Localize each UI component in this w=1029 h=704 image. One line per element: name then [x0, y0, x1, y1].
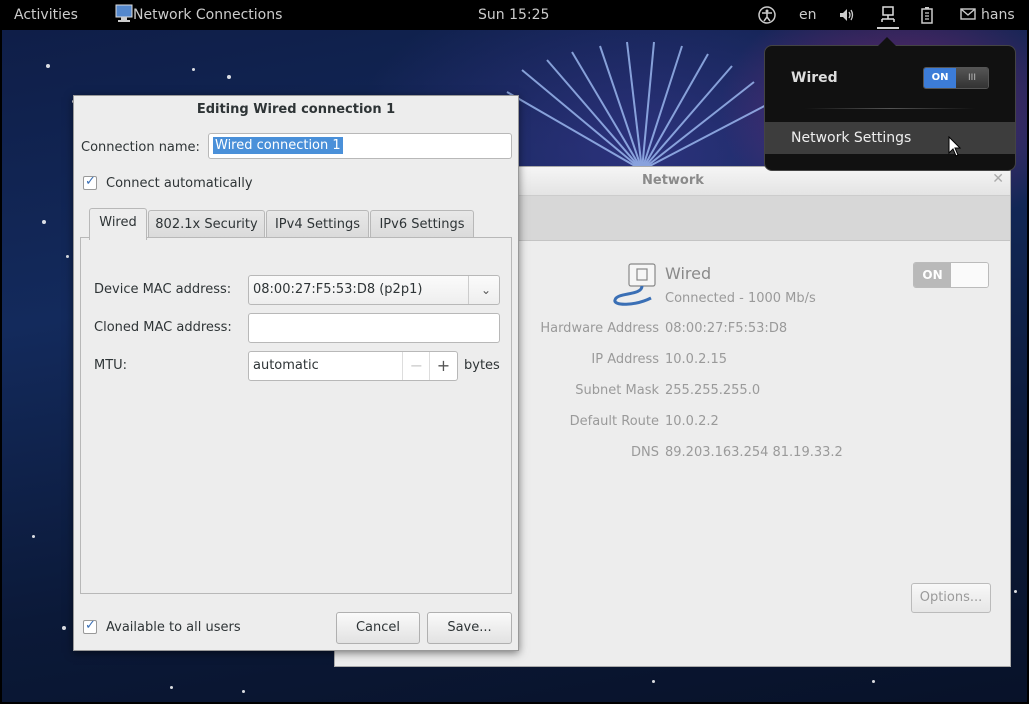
default-route-value: 10.0.2.2 — [665, 414, 719, 429]
device-mac-combobox[interactable]: 08:00:27:F5:53:D8 (p2p1) ⌄ — [248, 275, 500, 305]
subnet-mask-value: 255.255.255.0 — [665, 383, 761, 398]
tab-wired[interactable]: Wired — [89, 208, 147, 240]
active-indicator — [877, 27, 899, 29]
wired-connection-status: Connected - 1000 Mb/s — [665, 291, 816, 306]
user-menu[interactable]: hans — [981, 7, 1015, 23]
accessibility-icon[interactable] — [758, 6, 776, 24]
hardware-address-value: 08:00:27:F5:53:D8 — [665, 321, 788, 336]
ip-address-value: 10.0.2.15 — [665, 352, 728, 367]
clock[interactable]: Sun 15:25 — [478, 7, 549, 23]
connection-name-label: Connection name: — [81, 140, 200, 155]
battery-icon[interactable] — [919, 6, 935, 24]
wired-device-title: Wired — [665, 264, 712, 283]
network-settings-menu-item[interactable]: Network Settings — [765, 122, 1015, 154]
cloned-mac-input[interactable] — [248, 313, 500, 343]
device-mac-label: Device MAC address: — [94, 282, 232, 297]
device-mac-value: 08:00:27:F5:53:D8 (p2p1) — [253, 282, 423, 297]
wired-menu-label: Wired — [791, 70, 838, 86]
available-all-users-checkbox[interactable] — [83, 618, 97, 634]
tab-ipv6-settings[interactable]: IPv6 Settings — [370, 210, 474, 238]
connect-automatically-checkbox[interactable] — [83, 174, 97, 190]
wired-connection-icon — [613, 263, 656, 306]
connect-automatically-label: Connect automatically — [106, 176, 253, 191]
mtu-label: MTU: — [94, 358, 128, 373]
mtu-unit-label: bytes — [464, 358, 500, 373]
volume-icon[interactable] — [838, 6, 856, 24]
close-icon[interactable]: ✕ — [992, 171, 1004, 187]
mouse-cursor-icon — [948, 136, 962, 157]
wired-tab-panel: Device MAC address: 08:00:27:F5:53:D8 (p… — [80, 237, 512, 594]
menu-separator — [805, 108, 975, 109]
switch-knob — [951, 263, 988, 287]
save-button[interactable]: Save... — [427, 612, 512, 644]
mtu-value: automatic — [253, 358, 319, 373]
switch-on-label: ON — [924, 68, 956, 88]
network-status-menu: Wired ON III Network Settings — [764, 37, 1016, 171]
cloned-mac-label: Cloned MAC address: — [94, 320, 232, 335]
wired-toggle-switch[interactable]: ON III — [923, 67, 989, 89]
app-menu-title[interactable]: Network Connections — [133, 7, 282, 23]
dialog-title: Editing Wired connection 1 — [196, 102, 396, 117]
tab-ipv4-settings[interactable]: IPv4 Settings — [266, 210, 369, 238]
dns-value: 89.203.163.254 81.19.33.2 — [665, 445, 843, 460]
edit-connection-dialog: Editing Wired connection 1 Connection na… — [73, 95, 519, 651]
top-panel: Activities Network Connections Sun 15:25… — [0, 0, 1029, 30]
network-icon[interactable] — [879, 6, 897, 24]
connection-name-value: Wired connection 1 — [213, 137, 343, 154]
switch-knob: III — [956, 68, 988, 88]
tab-8021x-security[interactable]: 802.1x Security — [148, 210, 265, 238]
network-window-title: Network — [642, 173, 704, 188]
increment-icon[interactable]: + — [429, 352, 457, 380]
keyboard-language-indicator[interactable]: en — [799, 7, 817, 23]
cancel-button[interactable]: Cancel — [336, 612, 420, 644]
options-button[interactable]: Options... — [911, 583, 991, 613]
available-all-users-label: Available to all users — [106, 620, 241, 635]
switch-on-label: ON — [914, 263, 951, 287]
chevron-down-icon[interactable]: ⌄ — [481, 276, 491, 304]
wired-enable-switch[interactable]: ON — [913, 262, 989, 288]
user-status-icon[interactable] — [960, 6, 976, 22]
mtu-spinbutton[interactable]: automatic − + — [248, 351, 458, 381]
decrement-icon[interactable]: − — [402, 352, 430, 380]
activities-button[interactable]: Activities — [14, 7, 78, 23]
combo-divider — [468, 276, 469, 304]
popup-arrow — [878, 37, 896, 46]
connection-name-input[interactable]: Wired connection 1 — [208, 133, 512, 159]
